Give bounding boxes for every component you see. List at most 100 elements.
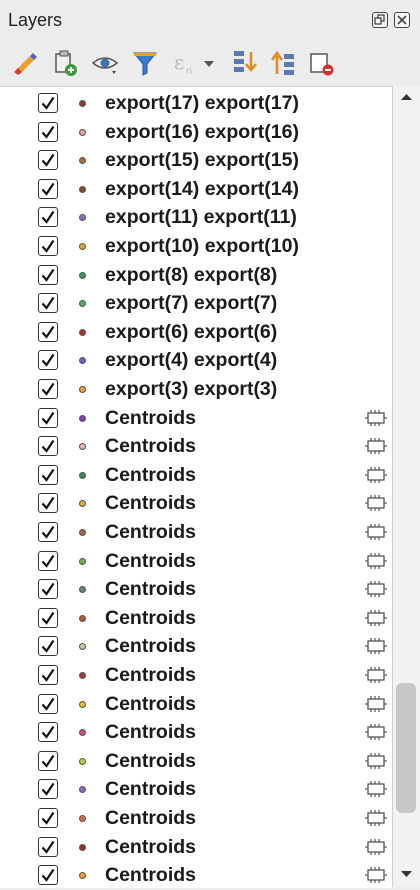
- memory-layer-icon[interactable]: [365, 524, 387, 540]
- collapse-all-button[interactable]: [268, 48, 298, 78]
- layer-name: Centroids: [105, 492, 197, 515]
- layer-row[interactable]: export(15) export(15): [0, 146, 392, 175]
- style-manager-button[interactable]: [10, 48, 40, 78]
- add-group-button[interactable]: [50, 48, 80, 78]
- layer-visibility-checkbox[interactable]: [38, 722, 58, 743]
- layer-visibility-checkbox[interactable]: [38, 464, 58, 485]
- layer-visibility-checkbox[interactable]: [38, 579, 58, 600]
- layer-symbol-icon: [79, 786, 86, 794]
- layer-visibility-checkbox[interactable]: [38, 350, 58, 371]
- memory-layer-icon[interactable]: [365, 781, 387, 798]
- remove-layer-button[interactable]: [306, 48, 336, 78]
- scroll-down-button[interactable]: [393, 863, 420, 885]
- layer-row[interactable]: Centroids: [0, 861, 392, 888]
- layer-row[interactable]: Centroids: [0, 547, 392, 576]
- layer-row[interactable]: Centroids: [0, 690, 392, 719]
- float-panel-button[interactable]: [372, 12, 388, 28]
- layer-visibility-checkbox[interactable]: [38, 93, 58, 113]
- layer-visibility-checkbox[interactable]: [38, 693, 58, 714]
- layer-row[interactable]: export(14) export(14): [0, 175, 392, 204]
- svg-text:ε: ε: [174, 50, 184, 74]
- svg-text:n: n: [186, 66, 192, 77]
- filter-legend-button[interactable]: [130, 48, 160, 78]
- memory-layer-icon[interactable]: [365, 752, 387, 769]
- layer-visibility-checkbox[interactable]: [38, 236, 58, 256]
- filter-expression-button[interactable]: ε n: [170, 48, 220, 78]
- layer-visibility-checkbox[interactable]: [38, 750, 58, 771]
- layer-row[interactable]: Centroids: [0, 775, 392, 804]
- layer-visibility-checkbox[interactable]: [38, 779, 58, 800]
- layer-visibility-checkbox[interactable]: [38, 550, 58, 571]
- layer-row[interactable]: Centroids: [0, 804, 392, 833]
- memory-layer-icon[interactable]: [365, 810, 387, 826]
- layer-visibility-checkbox[interactable]: [38, 264, 58, 285]
- layer-row[interactable]: export(17) export(17): [0, 89, 392, 118]
- layer-visibility-checkbox[interactable]: [38, 665, 58, 685]
- layer-row[interactable]: Centroids: [0, 489, 392, 518]
- memory-layer-icon[interactable]: [365, 466, 387, 483]
- memory-layer-icon[interactable]: [365, 495, 387, 512]
- layer-visibility-checkbox[interactable]: [38, 293, 58, 314]
- layer-row[interactable]: Centroids: [0, 604, 392, 633]
- memory-layer-icon[interactable]: [365, 724, 387, 741]
- layer-row[interactable]: export(10) export(10): [0, 232, 392, 261]
- memory-layer-icon[interactable]: [365, 552, 387, 569]
- layer-row[interactable]: export(6) export(6): [0, 318, 392, 347]
- layer-symbol-icon: [79, 414, 86, 422]
- layer-visibility-checkbox[interactable]: [38, 321, 58, 342]
- layer-visibility-checkbox[interactable]: [38, 865, 58, 886]
- layer-symbol-icon: [79, 843, 86, 851]
- layer-visibility-checkbox[interactable]: [38, 636, 58, 657]
- layer-row[interactable]: Centroids: [0, 833, 392, 862]
- layer-row[interactable]: Centroids: [0, 718, 392, 747]
- expand-all-button[interactable]: [230, 48, 260, 78]
- layer-tree: export(17) export(17) export(16) export(1…: [0, 86, 392, 888]
- layer-name: export(10) export(10): [105, 235, 299, 257]
- memory-layer-icon[interactable]: [365, 638, 387, 655]
- layer-row[interactable]: Centroids: [0, 518, 392, 547]
- layer-row[interactable]: Centroids: [0, 661, 392, 690]
- memory-layer-icon[interactable]: [365, 695, 387, 712]
- visibility-button[interactable]: [90, 48, 120, 78]
- layer-row[interactable]: Centroids: [0, 432, 392, 461]
- layer-visibility-checkbox[interactable]: [38, 150, 58, 171]
- checkmark-icon: [41, 182, 55, 196]
- memory-layer-icon[interactable]: [365, 867, 387, 884]
- memory-layer-icon[interactable]: [365, 409, 387, 426]
- layer-visibility-checkbox[interactable]: [38, 121, 58, 142]
- layer-visibility-checkbox[interactable]: [38, 493, 58, 514]
- memory-layer-icon[interactable]: [365, 667, 387, 683]
- layer-row[interactable]: export(4) export(4): [0, 346, 392, 375]
- layer-symbol-icon: [79, 672, 86, 679]
- close-panel-button[interactable]: [394, 12, 410, 28]
- layer-row[interactable]: Centroids: [0, 461, 392, 490]
- layer-visibility-checkbox[interactable]: [38, 836, 58, 857]
- layer-visibility-checkbox[interactable]: [38, 207, 58, 228]
- layer-row[interactable]: Centroids: [0, 747, 392, 776]
- layer-name: export(11) export(11): [105, 206, 297, 229]
- layer-symbol-icon: [79, 700, 86, 708]
- layer-row[interactable]: Centroids: [0, 632, 392, 661]
- layer-row[interactable]: Centroids: [0, 575, 392, 604]
- vertical-scrollbar[interactable]: [392, 86, 420, 887]
- layer-visibility-checkbox[interactable]: [38, 808, 58, 828]
- memory-layer-icon[interactable]: [365, 438, 387, 455]
- layer-row[interactable]: export(3) export(3): [0, 375, 392, 404]
- layer-row[interactable]: export(11) export(11): [0, 203, 392, 232]
- layer-row[interactable]: Centroids: [0, 404, 392, 433]
- layer-row[interactable]: export(7) export(7): [0, 289, 392, 318]
- layer-visibility-checkbox[interactable]: [38, 522, 58, 542]
- memory-layer-icon[interactable]: [365, 581, 387, 598]
- layer-row[interactable]: export(16) export(16): [0, 118, 392, 147]
- memory-layer-icon[interactable]: [365, 609, 387, 626]
- checkmark-icon: [41, 382, 55, 396]
- memory-layer-icon[interactable]: [365, 838, 387, 855]
- scroll-up-button[interactable]: [393, 86, 420, 108]
- layer-visibility-checkbox[interactable]: [38, 379, 58, 399]
- layer-visibility-checkbox[interactable]: [38, 407, 58, 428]
- layer-visibility-checkbox[interactable]: [38, 178, 58, 199]
- layer-visibility-checkbox[interactable]: [38, 436, 58, 457]
- layer-row[interactable]: export(8) export(8): [0, 261, 392, 290]
- scrollbar-thumb[interactable]: [396, 683, 416, 813]
- layer-visibility-checkbox[interactable]: [38, 607, 58, 628]
